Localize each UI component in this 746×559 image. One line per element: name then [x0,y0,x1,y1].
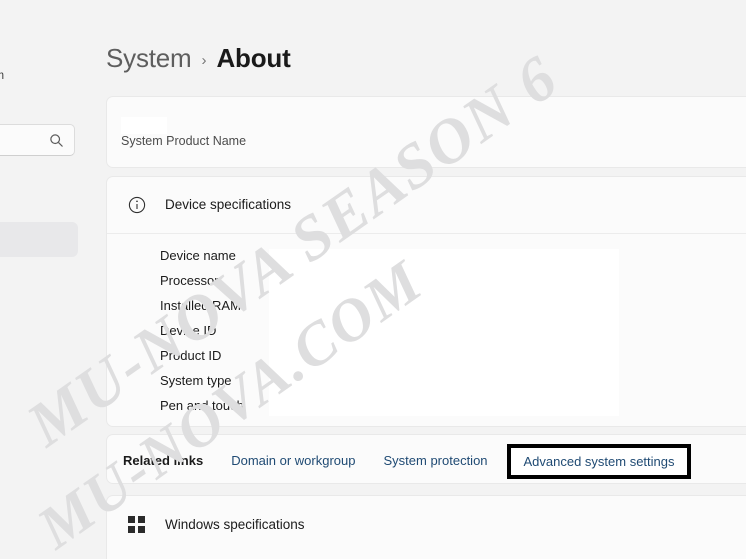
page-title: About [216,43,291,73]
windows-specifications-title: Windows specifications [165,517,305,532]
spec-row-label: System type [160,373,232,388]
device-specifications-card[interactable]: Device specifications Device name Proces… [106,176,746,427]
spec-row-label: Pen and touch [160,398,244,413]
divider [107,233,746,234]
search-input[interactable] [0,124,75,156]
link-system-protection[interactable]: System protection [383,453,487,468]
windows-logo-icon [128,516,145,533]
account-email: il.com [0,70,4,82]
related-links-label: Related links [123,452,204,468]
spec-row-label: Processor [160,273,219,288]
search-icon[interactable] [49,133,64,148]
main-content: System › About System Product Name Devic… [106,0,746,559]
spec-row-label: Installed RAM [160,298,241,313]
link-domain-or-workgroup[interactable]: Domain or workgroup [231,453,355,468]
highlight-box-advanced-system-settings: Advanced system settings [507,444,691,479]
related-links-row: Related links Domain or workgroup System… [123,435,516,485]
link-advanced-system-settings[interactable]: Advanced system settings [523,454,674,469]
product-name-label: System Product Name [121,134,247,148]
windows-specifications-card[interactable]: Windows specifications [106,495,746,559]
product-name-card: System Product Name [106,96,746,168]
spec-row-label: Product ID [160,348,222,363]
settings-sidebar: il.com [0,0,106,559]
device-specifications-title: Device specifications [165,197,292,212]
breadcrumb-system[interactable]: System [106,43,192,74]
chevron-right-icon: › [201,51,207,69]
device-specifications-header[interactable]: Device specifications [107,177,746,233]
sidebar-item-system-selected[interactable] [0,222,78,257]
breadcrumb: System › About [106,43,291,74]
info-circle-icon [128,196,146,214]
redaction-block-device-name [121,117,167,134]
spec-row-label: Device name [160,248,236,263]
redaction-block-spec-values [269,249,619,416]
related-links-card: Related links Domain or workgroup System… [106,434,746,484]
spec-row-label: Device ID [160,323,217,338]
device-specifications-list: Device name Processor Installed RAM Devi… [160,243,244,418]
